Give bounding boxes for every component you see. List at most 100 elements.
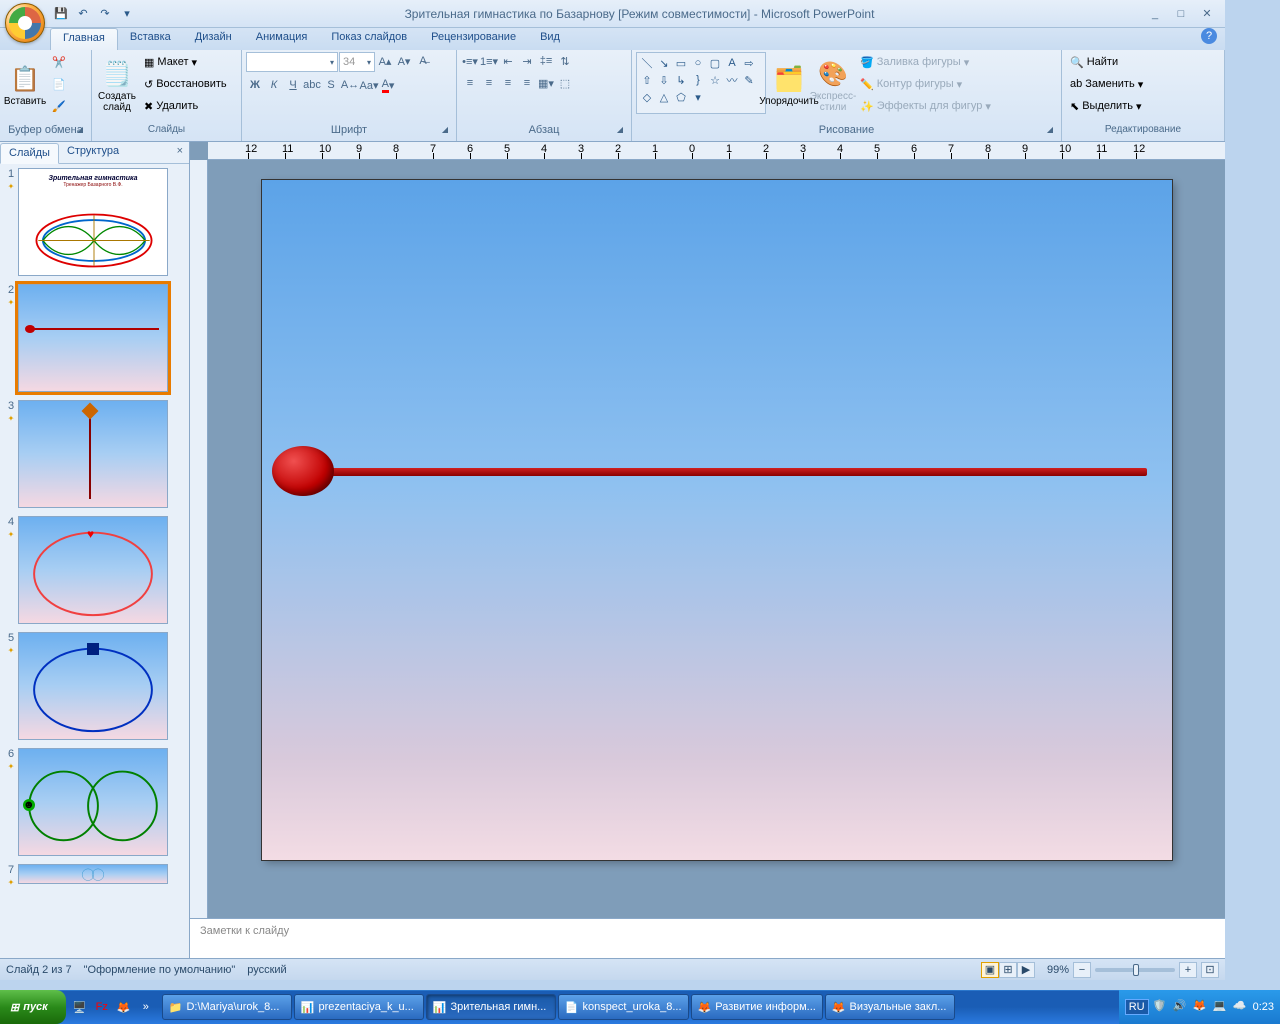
font-family-combo[interactable]: ▾ [246,52,338,72]
tab-review[interactable]: Рецензирование [419,28,528,50]
slide-canvas[interactable] [262,180,1172,860]
taskbar-item[interactable]: 📊prezentaciya_k_u... [294,994,424,1020]
ql-firefox[interactable]: 🦊 [114,994,134,1020]
curve[interactable]: 〰 [725,73,739,87]
tab-view[interactable]: Вид [528,28,572,50]
align-right[interactable]: ≡ [499,74,517,92]
line-shape[interactable]: ＼ [640,56,654,70]
zoom-slider[interactable] [1095,968,1175,972]
taskbar-item[interactable]: 📁D:\Mariya\urok_8... [162,994,292,1020]
clipboard-launcher[interactable]: ◢ [75,125,85,135]
bold-button[interactable]: Ж [246,76,264,94]
status-language[interactable]: русский [247,964,286,976]
bullets[interactable]: •≡▾ [461,52,479,70]
paragraph-launcher[interactable]: ◢ [615,125,625,135]
taskbar-item[interactable]: 🦊Визуальные закл... [825,994,955,1020]
zoom-in[interactable]: + [1179,962,1197,978]
tab-insert[interactable]: Вставка [118,28,183,50]
slides-tab[interactable]: Слайды [0,143,59,164]
slide-thumb-5[interactable] [18,632,168,740]
connector[interactable]: ↳ [674,73,688,87]
tab-slideshow[interactable]: Показ слайдов [319,28,419,50]
more-shapes[interactable]: ▾ [691,90,705,104]
align-justify[interactable]: ≡ [518,74,536,92]
office-button[interactable] [5,3,45,43]
reset-button[interactable]: ↺Восстановить [140,74,231,94]
shape-fill[interactable]: 🪣Заливка фигуры ▾ [856,52,995,72]
smartart[interactable]: ⬚ [556,74,574,92]
minimize-button[interactable]: _ [1143,5,1167,23]
qat-dropdown[interactable]: ▾ [118,5,136,23]
ql-filezilla[interactable]: Fz [92,994,112,1020]
etc2[interactable]: △ [657,90,671,104]
zoom-out[interactable]: − [1073,962,1091,978]
delete-slide-button[interactable]: ✖Удалить [140,96,231,116]
quick-styles-button[interactable]: 🎨Экспресс-стили [812,52,854,120]
columns[interactable]: ▦▾ [537,74,555,92]
font-size-combo[interactable]: 34▾ [339,52,375,72]
font-launcher[interactable]: ◢ [440,125,450,135]
arrow-right[interactable]: ⇨ [742,56,756,70]
tray-icon[interactable]: ☁️ [1233,999,1249,1015]
notes-pane[interactable]: Заметки к слайду [190,918,1225,958]
strike-button[interactable]: abc [303,76,321,94]
text-direction[interactable]: ⇅ [556,52,574,70]
clear-format[interactable]: A̶ [414,52,432,70]
etc3[interactable]: ⬠ [674,90,688,104]
taskbar-item[interactable]: 📄konspect_uroka_8... [558,994,689,1020]
arrange-button[interactable]: 🗂️Упорядочить [768,52,810,120]
align-left[interactable]: ≡ [461,74,479,92]
slide-thumb-6[interactable]: ☻ [18,748,168,856]
start-button[interactable]: ⊞пуск [0,990,66,1024]
italic-button[interactable]: К [265,76,283,94]
normal-view[interactable]: ▣ [981,962,999,978]
copy-button[interactable]: 📄 [48,74,70,94]
case-button[interactable]: Aa▾ [360,76,378,94]
tray-icon[interactable]: 🦊 [1193,999,1209,1015]
slide-thumb-2[interactable] [18,284,168,392]
line-spacing[interactable]: ‡≡ [537,52,555,70]
zoom-percent[interactable]: 99% [1047,964,1069,976]
shapes-gallery[interactable]: ＼↘▭○▢A ⇨⇧⇩↳}☆ 〰✎◇△⬠▾ [636,52,766,114]
shape-effects[interactable]: ✨Эффекты для фигур ▾ [856,96,995,116]
rect-shape[interactable]: ▭ [674,56,688,70]
select-button[interactable]: ⬉Выделить ▾ [1066,96,1147,116]
slide-thumb-7[interactable] [18,864,168,884]
vertical-ruler[interactable] [190,160,208,918]
slide-thumb-4[interactable]: ♥ [18,516,168,624]
paste-button[interactable]: 📋Вставить [4,52,46,120]
format-painter[interactable]: 🖌️ [48,96,70,116]
etc1[interactable]: ◇ [640,90,654,104]
arrow-up[interactable]: ⇧ [640,73,654,87]
slide-thumbnails[interactable]: 1✦ Зрительная гимнастика Тренажер Базарн… [0,164,189,958]
redo-button[interactable]: ↷ [96,5,114,23]
close-button[interactable]: ✕ [1195,5,1219,23]
replace-button[interactable]: abЗаменить ▾ [1066,74,1147,94]
arrow-shape[interactable]: ↘ [657,56,671,70]
tab-design[interactable]: Дизайн [183,28,244,50]
font-color[interactable]: A▾ [379,76,397,94]
clock[interactable]: 0:23 [1253,1001,1274,1013]
drawing-launcher[interactable]: ◢ [1045,125,1055,135]
tab-home[interactable]: Главная [50,28,118,50]
lang-indicator[interactable]: RU [1125,999,1149,1015]
freeform[interactable]: ✎ [742,73,756,87]
oval-shape[interactable]: ○ [691,56,705,70]
maximize-button[interactable]: □ [1169,5,1193,23]
shrink-font[interactable]: A▾ [395,52,413,70]
tray-icon[interactable]: 🛡️ [1153,999,1169,1015]
tray-icon[interactable]: 🔊 [1173,999,1189,1015]
new-slide-button[interactable]: 🗒️Создать слайд [96,52,138,120]
help-button[interactable]: ? [1201,28,1217,44]
undo-button[interactable]: ↶ [74,5,92,23]
ql-mycomputer[interactable]: 🖥️ [70,994,90,1020]
brace[interactable]: } [691,73,705,87]
star-shape[interactable]: ☆ [708,73,722,87]
taskbar-item[interactable]: 🦊Развитие информ... [691,994,823,1020]
shadow-button[interactable]: S [322,76,340,94]
textbox-shape[interactable]: A [725,56,739,70]
tab-animation[interactable]: Анимация [244,28,320,50]
layout-button[interactable]: ▦Макет ▾ [140,52,231,72]
indent-inc[interactable]: ⇥ [518,52,536,70]
rrect-shape[interactable]: ▢ [708,56,722,70]
